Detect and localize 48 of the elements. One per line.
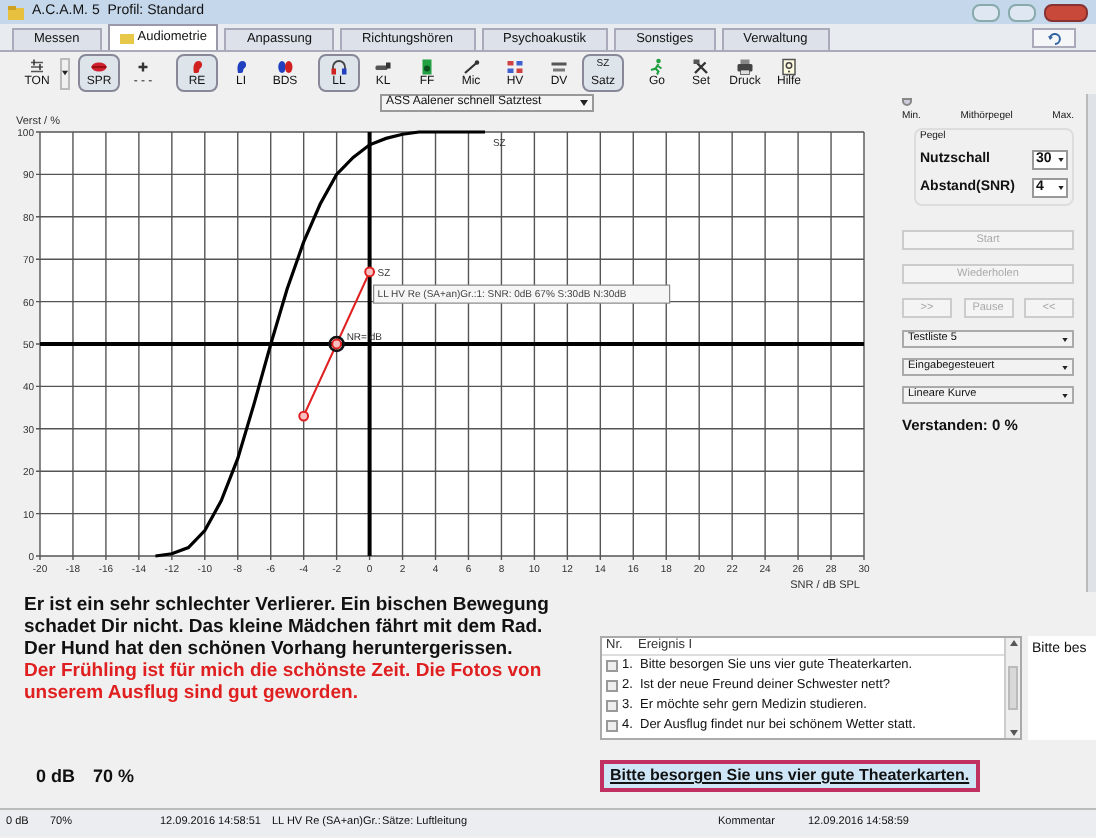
undo-icon (1047, 31, 1061, 45)
sliders-icon (28, 57, 46, 75)
printer-icon (736, 57, 754, 75)
caret-icon (1062, 393, 1068, 397)
caret-icon (1058, 185, 1064, 190)
grid-icon (506, 57, 524, 75)
tools-icon (692, 57, 710, 75)
folder-icon (119, 32, 134, 44)
sentence-text: Er ist ein sehr schlechter Verlierer. Ein bischen Bewegung schadet Dir nicht. Das kleine Mädchen fährt mit dem Rad. Der Hund hat den schönen Vorhang heruntergerissen. (24, 594, 551, 660)
level-readout: 70 % (93, 763, 135, 789)
plus-icon (134, 57, 152, 75)
slider-thumb[interactable] (902, 98, 912, 106)
folder-icon (8, 4, 24, 20)
caret-icon (580, 100, 588, 106)
headphones-icon (330, 57, 348, 75)
caret-icon (1058, 158, 1064, 163)
ear-icon (232, 57, 250, 75)
level-readout: 0 dB (36, 763, 76, 789)
microphone-icon (462, 57, 480, 75)
speaker-icon (418, 57, 436, 75)
checkbox[interactable] (606, 660, 618, 672)
device-icon (550, 57, 568, 75)
dropdown-button[interactable] (60, 57, 70, 89)
ear-icon (188, 57, 206, 75)
undo-button[interactable] (1032, 28, 1076, 48)
scroll-up-icon (1009, 640, 1017, 646)
checkbox[interactable] (606, 720, 618, 732)
sentence-button[interactable]: Bitte besorgen Sie uns vier gute Theaterkarten. (600, 760, 980, 792)
data-point (298, 410, 310, 422)
help-book-icon (780, 57, 798, 75)
checkbox[interactable] (606, 680, 618, 692)
running-figure-icon (648, 57, 666, 75)
data-point (364, 266, 375, 278)
close-button[interactable] (1044, 3, 1088, 21)
scrollbar[interactable] (1004, 638, 1020, 738)
bone-conductor-icon (374, 57, 392, 75)
scroll-thumb[interactable] (1008, 666, 1018, 710)
ears-icon (276, 57, 294, 75)
minimize-button[interactable] (972, 3, 1000, 21)
caret-icon (1062, 337, 1068, 341)
caret-icon (1062, 365, 1068, 369)
checkbox[interactable] (606, 700, 618, 712)
lips-icon (90, 57, 108, 75)
maximize-button[interactable] (1008, 3, 1036, 21)
scrollbar[interactable] (1086, 94, 1096, 592)
scroll-down-icon (1009, 730, 1017, 736)
caret-icon (62, 70, 68, 76)
sentence-text: Der Frühling ist für mich die schönste Zeit. Die Fotos von unserem Ausflug sind gut geworden. (24, 660, 544, 704)
